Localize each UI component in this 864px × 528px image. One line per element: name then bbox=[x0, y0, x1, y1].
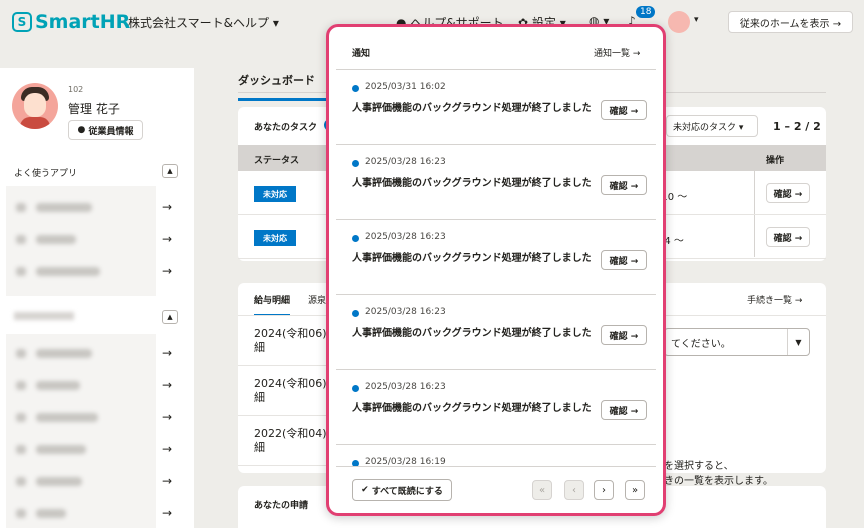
notification-date: 2025/03/28 16:23 bbox=[365, 232, 446, 242]
row-divider bbox=[238, 465, 326, 466]
notification-message: 人事評価機能のバックグラウンド処理が終了しました bbox=[352, 328, 592, 339]
notification-panel: 通知 通知一覧 → 2025/03/31 16:02 人事評価機能のバックグラウ… bbox=[326, 24, 666, 516]
logo-icon: S bbox=[12, 12, 32, 32]
notification-title: 通知 bbox=[352, 49, 371, 59]
notification-footer: ✔ すべて既読にする « ‹ › » bbox=[336, 466, 656, 506]
col-operation: 操作 bbox=[766, 156, 785, 166]
hint-line: を選択すると、 bbox=[664, 461, 734, 472]
chevron-down-icon: ▼ bbox=[787, 329, 809, 355]
favorite-app-item[interactable]: → bbox=[16, 198, 176, 218]
favorite-apps-label: よく使うアプリ bbox=[14, 169, 78, 179]
unread-dot-icon bbox=[352, 310, 359, 317]
next-page-button[interactable]: › bbox=[594, 480, 614, 500]
unread-dot-icon bbox=[352, 160, 359, 167]
col-status: ステータス bbox=[254, 156, 300, 166]
prev-page-button[interactable]: ‹ bbox=[564, 480, 584, 500]
tab-dashboard[interactable]: ダッシュボード bbox=[238, 72, 334, 101]
smarthr-logo[interactable]: S SmartHR bbox=[12, 11, 130, 33]
employee-avatar bbox=[12, 83, 58, 129]
applications-title: あなたの申請 bbox=[254, 501, 309, 511]
unread-dot-icon bbox=[352, 235, 359, 242]
procedures-link[interactable]: 手続き一覧 → bbox=[747, 293, 802, 306]
notification-message: 人事評価機能のバックグラウンド処理が終了しました bbox=[352, 253, 592, 264]
confirm-button[interactable]: 確認 → bbox=[601, 250, 647, 270]
employee-name: 管理 花子 bbox=[68, 102, 120, 116]
notification-panel-body: 通知 通知一覧 → 2025/03/31 16:02 人事評価機能のバックグラウ… bbox=[336, 34, 656, 506]
notification-date: 2025/03/31 16:02 bbox=[365, 82, 446, 92]
person-icon: ● bbox=[77, 125, 89, 135]
sidebar: 102 管理 花子 ● 従業員情報 よく使うアプリ ▲ → → → ▲ → → … bbox=[0, 68, 194, 528]
row-divider bbox=[238, 415, 326, 416]
confirm-button[interactable]: 確認 → bbox=[601, 400, 647, 420]
check-circle-icon: ✔ bbox=[361, 485, 372, 495]
confirm-button[interactable]: 確認 → bbox=[766, 183, 810, 203]
notification-date: 2025/03/28 16:23 bbox=[365, 307, 446, 317]
confirm-button[interactable]: 確認 → bbox=[766, 227, 810, 247]
notification-item[interactable]: 2025/03/28 16:23 人事評価機能のバックグラウンド処理が終了しまし… bbox=[336, 145, 656, 220]
collapse-favorites-button[interactable]: ▲ bbox=[162, 164, 178, 178]
company-switcher[interactable]: 株式会社スマート&ヘルプ ▾ bbox=[128, 14, 279, 31]
app-item[interactable]: → bbox=[16, 504, 176, 524]
notification-item[interactable]: 2025/03/31 16:02 人事評価機能のバックグラウンド処理が終了しまし… bbox=[336, 70, 656, 145]
notification-list-link[interactable]: 通知一覧 → bbox=[594, 46, 640, 59]
user-avatar[interactable] bbox=[668, 11, 690, 33]
status-badge: 未対応 bbox=[254, 186, 296, 202]
notification-item[interactable]: 2025/03/28 16:23 人事評価機能のバックグラウンド処理が終了しまし… bbox=[336, 220, 656, 295]
notification-item[interactable]: 2025/03/28 16:23 人事評価機能のバックグラウンド処理が終了しまし… bbox=[336, 295, 656, 370]
notification-message: 人事評価機能のバックグラウンド処理が終了しました bbox=[352, 403, 592, 414]
favorite-app-item[interactable]: → bbox=[16, 230, 176, 250]
last-page-button[interactable]: » bbox=[625, 480, 645, 500]
notification-message: 人事評価機能のバックグラウンド処理が終了しました bbox=[352, 178, 592, 189]
tasks-title: あなたのタスク bbox=[254, 123, 318, 133]
first-page-button[interactable]: « bbox=[532, 480, 552, 500]
notification-count-badge: 18 bbox=[636, 6, 656, 18]
employee-info-button[interactable]: ● 従業員情報 bbox=[68, 120, 143, 140]
procedure-select[interactable]: てください。 ▼ bbox=[664, 328, 810, 356]
classic-home-button[interactable]: 従来のホームを表示 → bbox=[728, 11, 853, 33]
apps-section-label bbox=[14, 312, 74, 320]
task-pagination-count: 1 – 2 / 2 bbox=[773, 120, 821, 133]
confirm-button[interactable]: 確認 → bbox=[601, 100, 647, 120]
notification-date: 2025/03/28 16:23 bbox=[365, 157, 446, 167]
status-badge: 未対応 bbox=[254, 230, 296, 246]
chevron-down-icon[interactable]: ▾ bbox=[694, 15, 699, 25]
select-hint: を選択すると、 きの一覧を表示します。 bbox=[664, 459, 773, 489]
notification-item[interactable]: 2025/03/28 16:23 人事評価機能のバックグラウンド処理が終了しまし… bbox=[336, 370, 656, 445]
employee-number: 102 bbox=[68, 85, 84, 94]
notification-date: 2025/03/28 16:23 bbox=[365, 382, 446, 392]
row-divider bbox=[238, 365, 326, 366]
app-item[interactable]: → bbox=[16, 472, 176, 492]
app-item[interactable]: → bbox=[16, 376, 176, 396]
confirm-button[interactable]: 確認 → bbox=[601, 175, 647, 195]
task-filter-select[interactable]: 未対応のタスク ▾ bbox=[666, 115, 758, 137]
tab-payslip[interactable]: 給与明細 bbox=[254, 293, 291, 316]
collapse-apps-button[interactable]: ▲ bbox=[162, 310, 178, 324]
unread-dot-icon bbox=[352, 85, 359, 92]
unread-dot-icon bbox=[352, 385, 359, 392]
app-item[interactable]: → bbox=[16, 440, 176, 460]
app-item[interactable]: → bbox=[16, 408, 176, 428]
mark-all-read-button[interactable]: ✔ すべて既読にする bbox=[352, 479, 452, 501]
favorite-app-item[interactable]: → bbox=[16, 262, 176, 282]
app-item[interactable]: → bbox=[16, 344, 176, 364]
notification-message: 人事評価機能のバックグラウンド処理が終了しました bbox=[352, 103, 592, 114]
confirm-button[interactable]: 確認 → bbox=[601, 325, 647, 345]
